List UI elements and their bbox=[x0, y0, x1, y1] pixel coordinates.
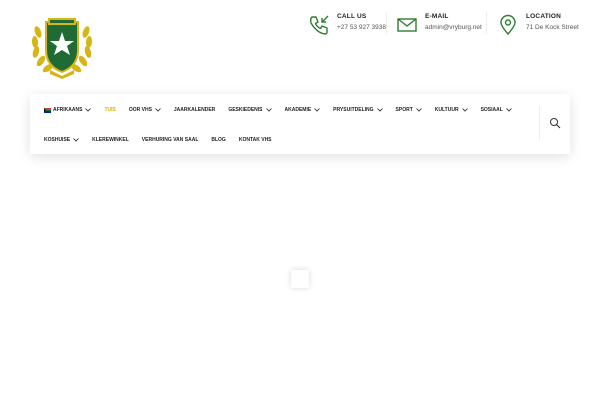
nav-item-klerewinkel[interactable]: KLEREWINKEL bbox=[92, 137, 129, 143]
nav-item-label: GESKIEDENIS bbox=[228, 107, 263, 113]
chevron-down-icon bbox=[265, 108, 272, 112]
nav-item-label: AFRIKAANS bbox=[53, 107, 83, 113]
nav-item-label: JAARKALENDER bbox=[173, 107, 216, 113]
contact-call-label: CALL US bbox=[337, 13, 367, 20]
contact-email[interactable]: E-MAIL admin@vryburg.net bbox=[396, 12, 482, 36]
nav-item-blog[interactable]: BLOG bbox=[211, 137, 225, 143]
search-button[interactable] bbox=[549, 116, 561, 129]
nav-divider bbox=[539, 106, 540, 140]
nav-item-sport[interactable]: SPORT bbox=[396, 107, 422, 113]
nav-row-1: AFRIKAANS TUIS OOR VHS JAARKALENDER GESK… bbox=[44, 102, 525, 118]
south-africa-flag-icon bbox=[44, 107, 51, 113]
contact-location-value: 71 De Kock Street bbox=[526, 24, 579, 31]
contact-email-label: E-MAIL bbox=[425, 13, 449, 20]
crest-icon bbox=[31, 18, 93, 79]
search-icon bbox=[550, 118, 561, 129]
nav-item-verhuring-van-saal[interactable]: VERHURING VAN SAAL bbox=[142, 137, 199, 143]
nav-item-tuis[interactable]: TUIS bbox=[104, 107, 115, 113]
contact-call-value[interactable]: +27 53 927 3938 bbox=[337, 21, 386, 34]
nav-item-label: KOSHUISE bbox=[44, 137, 71, 143]
nav-item-koshuise[interactable]: KOSHUISE bbox=[44, 137, 79, 143]
nav-item-label: KONTAK VHS bbox=[238, 137, 272, 143]
phone-incoming-icon bbox=[309, 15, 329, 35]
chevron-down-icon bbox=[85, 108, 92, 112]
nav-item-label: TUIS bbox=[104, 107, 116, 113]
nav-item-afrikaans[interactable]: AFRIKAANS bbox=[44, 107, 92, 113]
nav-item-label: KULTUUR bbox=[434, 107, 459, 113]
nav-item-sosiaal[interactable]: SOSIAAL bbox=[481, 107, 512, 113]
contact-location[interactable]: LOCATION 71 De Kock Street bbox=[497, 12, 579, 36]
nav-row-2: KOSHUISE KLEREWINKEL VERHURING VAN SAAL … bbox=[44, 132, 285, 148]
nav-item-label: SOSIAAL bbox=[480, 107, 503, 113]
contact-divider bbox=[486, 12, 487, 34]
chevron-down-icon bbox=[155, 108, 161, 112]
chevron-down-icon bbox=[314, 108, 320, 112]
nav-item-jaarkalender[interactable]: JAARKALENDER bbox=[174, 107, 215, 113]
nav-item-oor-vhs[interactable]: OOR VHS bbox=[129, 107, 161, 113]
school-logo[interactable] bbox=[30, 12, 94, 80]
main-navigation: AFRIKAANS TUIS OOR VHS JAARKALENDER GESK… bbox=[30, 94, 570, 154]
nav-item-label: BLOG bbox=[211, 137, 226, 143]
loading-spinner bbox=[291, 270, 309, 288]
nav-item-label: OOR VHS bbox=[128, 107, 152, 113]
nav-item-label: VERHURING VAN SAAL bbox=[141, 137, 199, 143]
chevron-down-icon bbox=[415, 108, 422, 112]
mail-icon bbox=[397, 18, 417, 32]
contact-location-label: LOCATION bbox=[526, 13, 562, 20]
nav-item-prysuitdeling[interactable]: PRYSUITDELING bbox=[333, 107, 383, 113]
nav-item-kultuur[interactable]: KULTUUR bbox=[435, 107, 468, 113]
nav-item-kontak-vhs[interactable]: KONTAK VHS bbox=[239, 137, 272, 143]
nav-item-label: SPORT bbox=[395, 107, 413, 113]
chevron-down-icon bbox=[506, 108, 512, 112]
nav-item-label: KLEREWINKEL bbox=[92, 137, 129, 143]
nav-item-akademie[interactable]: AKADEMIE bbox=[285, 107, 321, 113]
contact-call[interactable]: CALL US +27 53 927 3938 bbox=[308, 12, 386, 36]
nav-item-geskiedenis[interactable]: GESKIEDENIS bbox=[228, 107, 272, 113]
nav-item-label: PRYSUITDELING bbox=[333, 107, 374, 113]
chevron-down-icon bbox=[461, 108, 468, 112]
chevron-down-icon bbox=[73, 138, 79, 142]
chevron-down-icon bbox=[376, 108, 383, 112]
contact-divider bbox=[386, 12, 387, 34]
nav-item-label: AKADEMIE bbox=[284, 107, 312, 113]
map-pin-icon bbox=[500, 14, 516, 36]
contact-email-value[interactable]: admin@vryburg.net bbox=[425, 21, 482, 34]
